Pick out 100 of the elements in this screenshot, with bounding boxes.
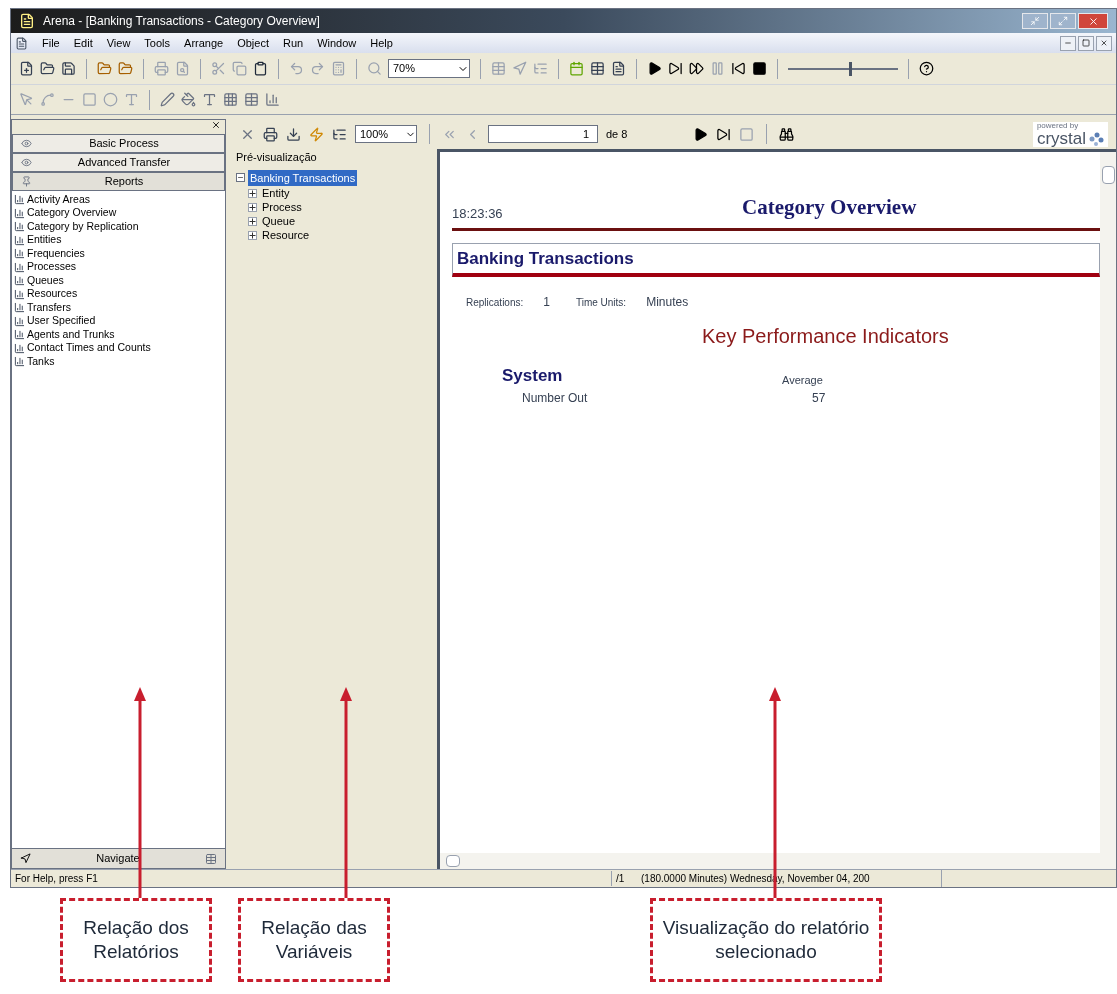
report-icon	[14, 329, 25, 341]
menu-item[interactable]: View	[106, 34, 131, 52]
expander-icon[interactable]	[248, 202, 257, 212]
stop-icon[interactable]	[752, 61, 767, 76]
report-item[interactable]: Activity Areas	[27, 191, 91, 208]
panel-header[interactable]: Reports	[12, 172, 225, 191]
horizontal-scrollbar[interactable]	[440, 853, 1116, 869]
close-icon	[1087, 15, 1099, 27]
menu-item[interactable]: Edit	[73, 34, 93, 52]
report-title: Category Overview	[742, 194, 917, 221]
export-icon[interactable]	[286, 126, 301, 142]
minimize-button[interactable]	[1060, 35, 1076, 51]
lightning-icon[interactable]	[309, 126, 324, 142]
paste-icon[interactable]	[253, 61, 268, 76]
window-title: Arena - [Banking Transactions - Category Overview]	[43, 13, 320, 30]
report-icon	[14, 288, 25, 300]
field-value: Minutes	[646, 294, 689, 311]
close-icon[interactable]	[211, 120, 221, 130]
chart-icon[interactable]	[265, 92, 280, 107]
page-field[interactable]: 1	[488, 125, 598, 143]
model-name: Banking Transactions	[457, 248, 634, 268]
navigate-icon	[20, 853, 31, 864]
folder-icon[interactable]	[97, 61, 112, 76]
menu-item[interactable]: File	[42, 34, 60, 52]
table-icon[interactable]	[244, 92, 259, 107]
grid-icon[interactable]	[223, 92, 238, 107]
expander-icon[interactable]	[248, 188, 257, 198]
status-help: For Help, press F1	[14, 872, 99, 886]
last-page-icon[interactable]	[716, 126, 732, 142]
tree-item[interactable]: Banking Transactions	[248, 169, 358, 186]
app-icon	[19, 13, 35, 29]
report-icon	[14, 302, 25, 314]
fill-icon[interactable]	[181, 92, 196, 107]
zoom-dropdown[interactable]: 100%	[355, 125, 417, 143]
expander-icon[interactable]	[248, 216, 257, 226]
status-page: /1	[611, 871, 641, 886]
preview-heading: Pré-visualização	[236, 150, 318, 165]
panel-header[interactable]: Basic Process	[12, 134, 225, 153]
close-button[interactable]	[1096, 35, 1112, 51]
report-icon	[14, 194, 25, 206]
ellipse-icon[interactable]	[103, 92, 118, 107]
save-icon[interactable]	[61, 61, 76, 76]
curve-icon[interactable]	[40, 92, 55, 107]
tree-icon[interactable]	[332, 126, 347, 142]
text-icon[interactable]	[124, 92, 139, 107]
field-value: 1	[543, 294, 550, 311]
grid-icon[interactable]	[205, 852, 217, 865]
menu-item[interactable]: Run	[283, 34, 304, 52]
panel-header[interactable]: Advanced Transfer	[12, 153, 225, 172]
cut-icon[interactable]	[211, 61, 226, 76]
group-heading: System	[502, 365, 564, 387]
print-icon[interactable]	[263, 126, 278, 142]
help-icon[interactable]	[919, 61, 934, 76]
report-icon	[14, 221, 25, 233]
redo-icon[interactable]	[310, 61, 325, 76]
report-icon	[14, 234, 25, 246]
folder-icon[interactable]	[40, 61, 55, 76]
eye-icon	[21, 157, 32, 168]
report-icon	[14, 207, 25, 219]
pointer-icon[interactable]	[19, 92, 34, 107]
annotation-box: Relação das Variáveis	[238, 898, 390, 982]
new-file-icon[interactable]	[19, 61, 34, 76]
minimize-icon	[1030, 16, 1040, 26]
report-icon	[14, 248, 25, 260]
menu-item[interactable]: Tools	[144, 34, 171, 52]
vertical-scrollbar[interactable]	[1100, 152, 1116, 853]
speed-slider[interactable]	[788, 61, 898, 76]
document-icon	[15, 36, 28, 50]
report-time: 18:23:36	[452, 205, 504, 223]
zoom-icon[interactable]	[367, 61, 382, 76]
close-icon	[1100, 39, 1108, 47]
text-color-icon[interactable]	[202, 92, 217, 107]
annotation-box: Visualização do relatório selecionado	[650, 898, 882, 982]
section-heading: Key Performance Indicators	[702, 324, 950, 349]
column-heading: Average	[782, 373, 823, 388]
folder-icon[interactable]	[118, 61, 133, 76]
undo-icon[interactable]	[289, 61, 304, 76]
row-value: 57	[812, 389, 826, 407]
arrow-icon[interactable]	[512, 61, 527, 76]
pin-icon	[21, 176, 32, 187]
rewind-icon[interactable]	[731, 61, 746, 76]
menu-item[interactable]: Window	[317, 34, 357, 52]
calculator-icon[interactable]	[331, 61, 346, 76]
pen-icon[interactable]	[160, 92, 175, 107]
fast-forward-icon[interactable]	[689, 61, 704, 76]
menu-item[interactable]: Arrange	[184, 34, 224, 52]
copy-icon[interactable]	[232, 61, 247, 76]
preview-icon[interactable]	[175, 61, 190, 76]
document-icon[interactable]	[611, 61, 626, 76]
zoom-dropdown[interactable]: 70%	[388, 59, 470, 78]
expander-icon[interactable]	[248, 230, 257, 240]
play-icon[interactable]	[647, 61, 662, 76]
next-page-icon[interactable]	[693, 126, 709, 142]
menu-item[interactable]: Help	[370, 34, 393, 52]
binoculars-icon[interactable]	[779, 126, 795, 142]
maximize-icon	[1058, 16, 1068, 26]
row-label: Number Out	[522, 389, 589, 407]
step-icon[interactable]	[668, 61, 683, 76]
logo-icon	[1088, 130, 1104, 147]
menu-item[interactable]: Object	[237, 34, 269, 52]
